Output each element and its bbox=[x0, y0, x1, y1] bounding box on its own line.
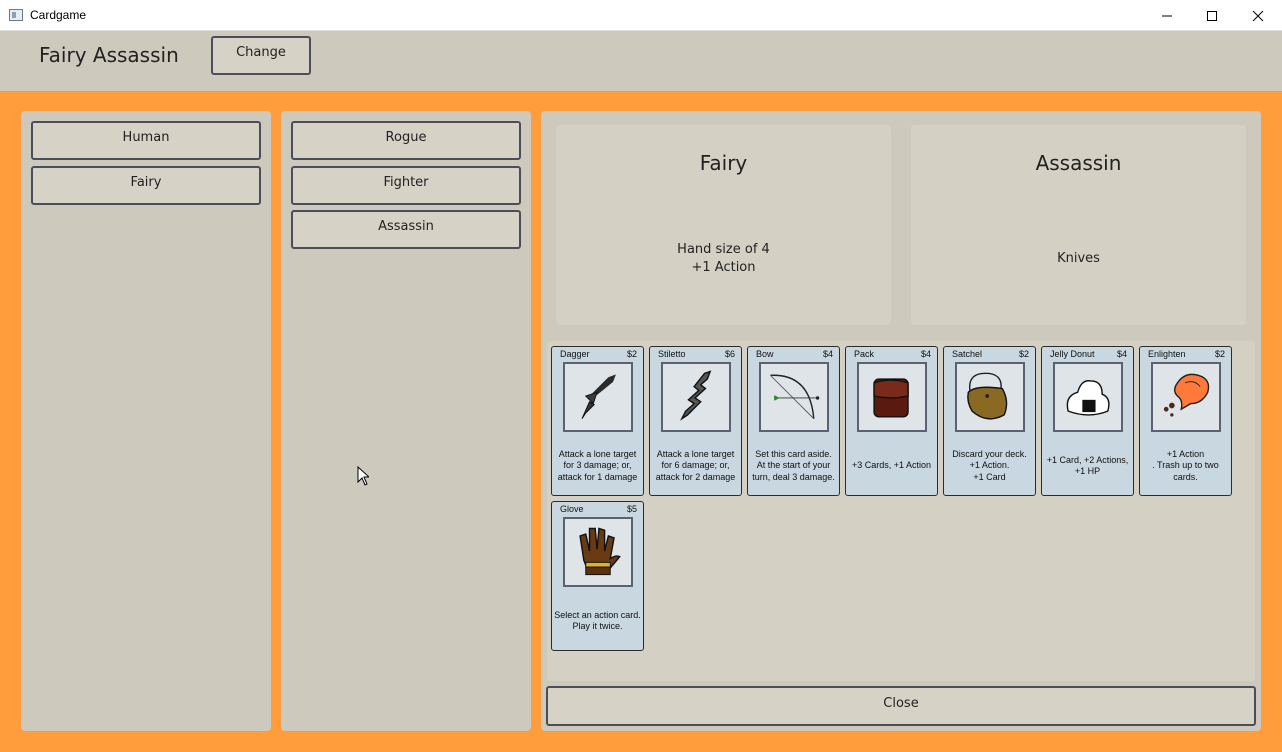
window-title: Cardgame bbox=[30, 8, 87, 22]
minimize-button[interactable] bbox=[1144, 0, 1190, 31]
minimize-icon bbox=[1162, 15, 1172, 16]
race-info-description: Hand size of 4 +1 Action bbox=[677, 242, 770, 275]
card-name: Satchel bbox=[952, 349, 983, 359]
class-button-fighter[interactable]: Fighter bbox=[291, 166, 521, 205]
race-info-box: Fairy Hand size of 4 +1 Action bbox=[556, 125, 891, 325]
card-cost: $2 bbox=[1018, 349, 1029, 359]
card-text: +1 Action . Trash up to two cards. bbox=[1152, 448, 1219, 482]
card-name: Dagger bbox=[560, 349, 590, 359]
card-name: Enlighten bbox=[1148, 349, 1186, 359]
card-grid: Dagger $2 Attack a lone target for 3 dam… bbox=[547, 341, 1255, 681]
satchel-icon bbox=[955, 362, 1025, 432]
card-text: Attack a lone target for 6 damage; or, a… bbox=[655, 448, 736, 482]
class-info-box: Assassin Knives bbox=[911, 125, 1246, 325]
main-area: Human Fairy Rogue Fighter Assassin Fairy… bbox=[0, 91, 1282, 752]
card-cost: $5 bbox=[626, 504, 637, 514]
card-glove[interactable]: Glove $5 Select an action card. Play it … bbox=[551, 501, 644, 651]
card-bow[interactable]: Bow $4 Set this card aside. At the start… bbox=[747, 346, 840, 496]
maximize-button[interactable] bbox=[1189, 0, 1235, 31]
bow-icon bbox=[759, 362, 829, 432]
card-text: Set this card aside. At the start of you… bbox=[752, 448, 835, 482]
card-cost: $4 bbox=[1116, 349, 1127, 359]
dagger-icon bbox=[563, 362, 633, 432]
card-pack[interactable]: Pack $4 +3 Cards, +1 Action bbox=[845, 346, 938, 496]
card-text: +1 Card, +2 Actions, +1 HP bbox=[1046, 454, 1129, 477]
mouse-cursor-icon bbox=[357, 466, 369, 486]
card-text: Discard your deck. +1 Action. +1 Card bbox=[952, 448, 1027, 482]
card-cost: $2 bbox=[1214, 349, 1225, 359]
card-text: Attack a lone target for 3 damage; or, a… bbox=[557, 448, 638, 482]
card-text: Select an action card. Play it twice. bbox=[554, 609, 641, 632]
glove-icon bbox=[563, 517, 633, 587]
card-name: Bow bbox=[756, 349, 774, 359]
close-icon bbox=[1252, 10, 1264, 21]
race-list-panel: Human Fairy bbox=[21, 111, 271, 731]
change-button[interactable]: Change bbox=[211, 36, 311, 75]
card-jelly-donut[interactable]: Jelly Donut $4 +1 Card, +2 Actions, +1 H… bbox=[1041, 346, 1134, 496]
card-satchel[interactable]: Satchel $2 Discard your deck. +1 Action.… bbox=[943, 346, 1036, 496]
detail-panel: Fairy Hand size of 4 +1 Action Assassin … bbox=[541, 111, 1261, 731]
race-button-fairy[interactable]: Fairy bbox=[31, 166, 261, 205]
class-button-assassin[interactable]: Assassin bbox=[291, 210, 521, 249]
card-cost: $4 bbox=[920, 349, 931, 359]
jelly-donut-icon bbox=[1053, 362, 1123, 432]
class-info-title: Assassin bbox=[1035, 151, 1122, 175]
class-button-rogue[interactable]: Rogue bbox=[291, 121, 521, 160]
close-button[interactable]: Close bbox=[546, 686, 1256, 726]
card-text: +3 Cards, +1 Action bbox=[851, 460, 932, 471]
class-list-panel: Rogue Fighter Assassin bbox=[281, 111, 531, 731]
card-name: Jelly Donut bbox=[1050, 349, 1095, 359]
window-titlebar: Cardgame bbox=[0, 0, 1282, 31]
card-cost: $2 bbox=[626, 349, 637, 359]
card-name: Glove bbox=[560, 504, 584, 514]
close-window-button[interactable] bbox=[1235, 0, 1281, 31]
character-header: Fairy Assassin Change bbox=[0, 31, 1282, 91]
card-cost: $6 bbox=[724, 349, 735, 359]
card-dagger[interactable]: Dagger $2 Attack a lone target for 3 dam… bbox=[551, 346, 644, 496]
race-info-title: Fairy bbox=[699, 151, 748, 175]
card-enlighten[interactable]: Enlighten $2 +1 Action . Trash up to two… bbox=[1139, 346, 1232, 496]
class-info-description: Knives bbox=[1057, 251, 1100, 266]
card-stiletto[interactable]: Stiletto $6 Attack a lone target for 6 d… bbox=[649, 346, 742, 496]
maximize-icon bbox=[1207, 10, 1217, 21]
backpack-icon bbox=[857, 362, 927, 432]
card-name: Stiletto bbox=[658, 349, 686, 359]
stiletto-icon bbox=[661, 362, 731, 432]
race-button-human[interactable]: Human bbox=[31, 121, 261, 160]
app-icon bbox=[9, 9, 23, 21]
card-name: Pack bbox=[854, 349, 875, 359]
card-cost: $4 bbox=[822, 349, 833, 359]
enlighten-icon bbox=[1151, 362, 1221, 432]
character-name: Fairy Assassin bbox=[39, 43, 179, 67]
